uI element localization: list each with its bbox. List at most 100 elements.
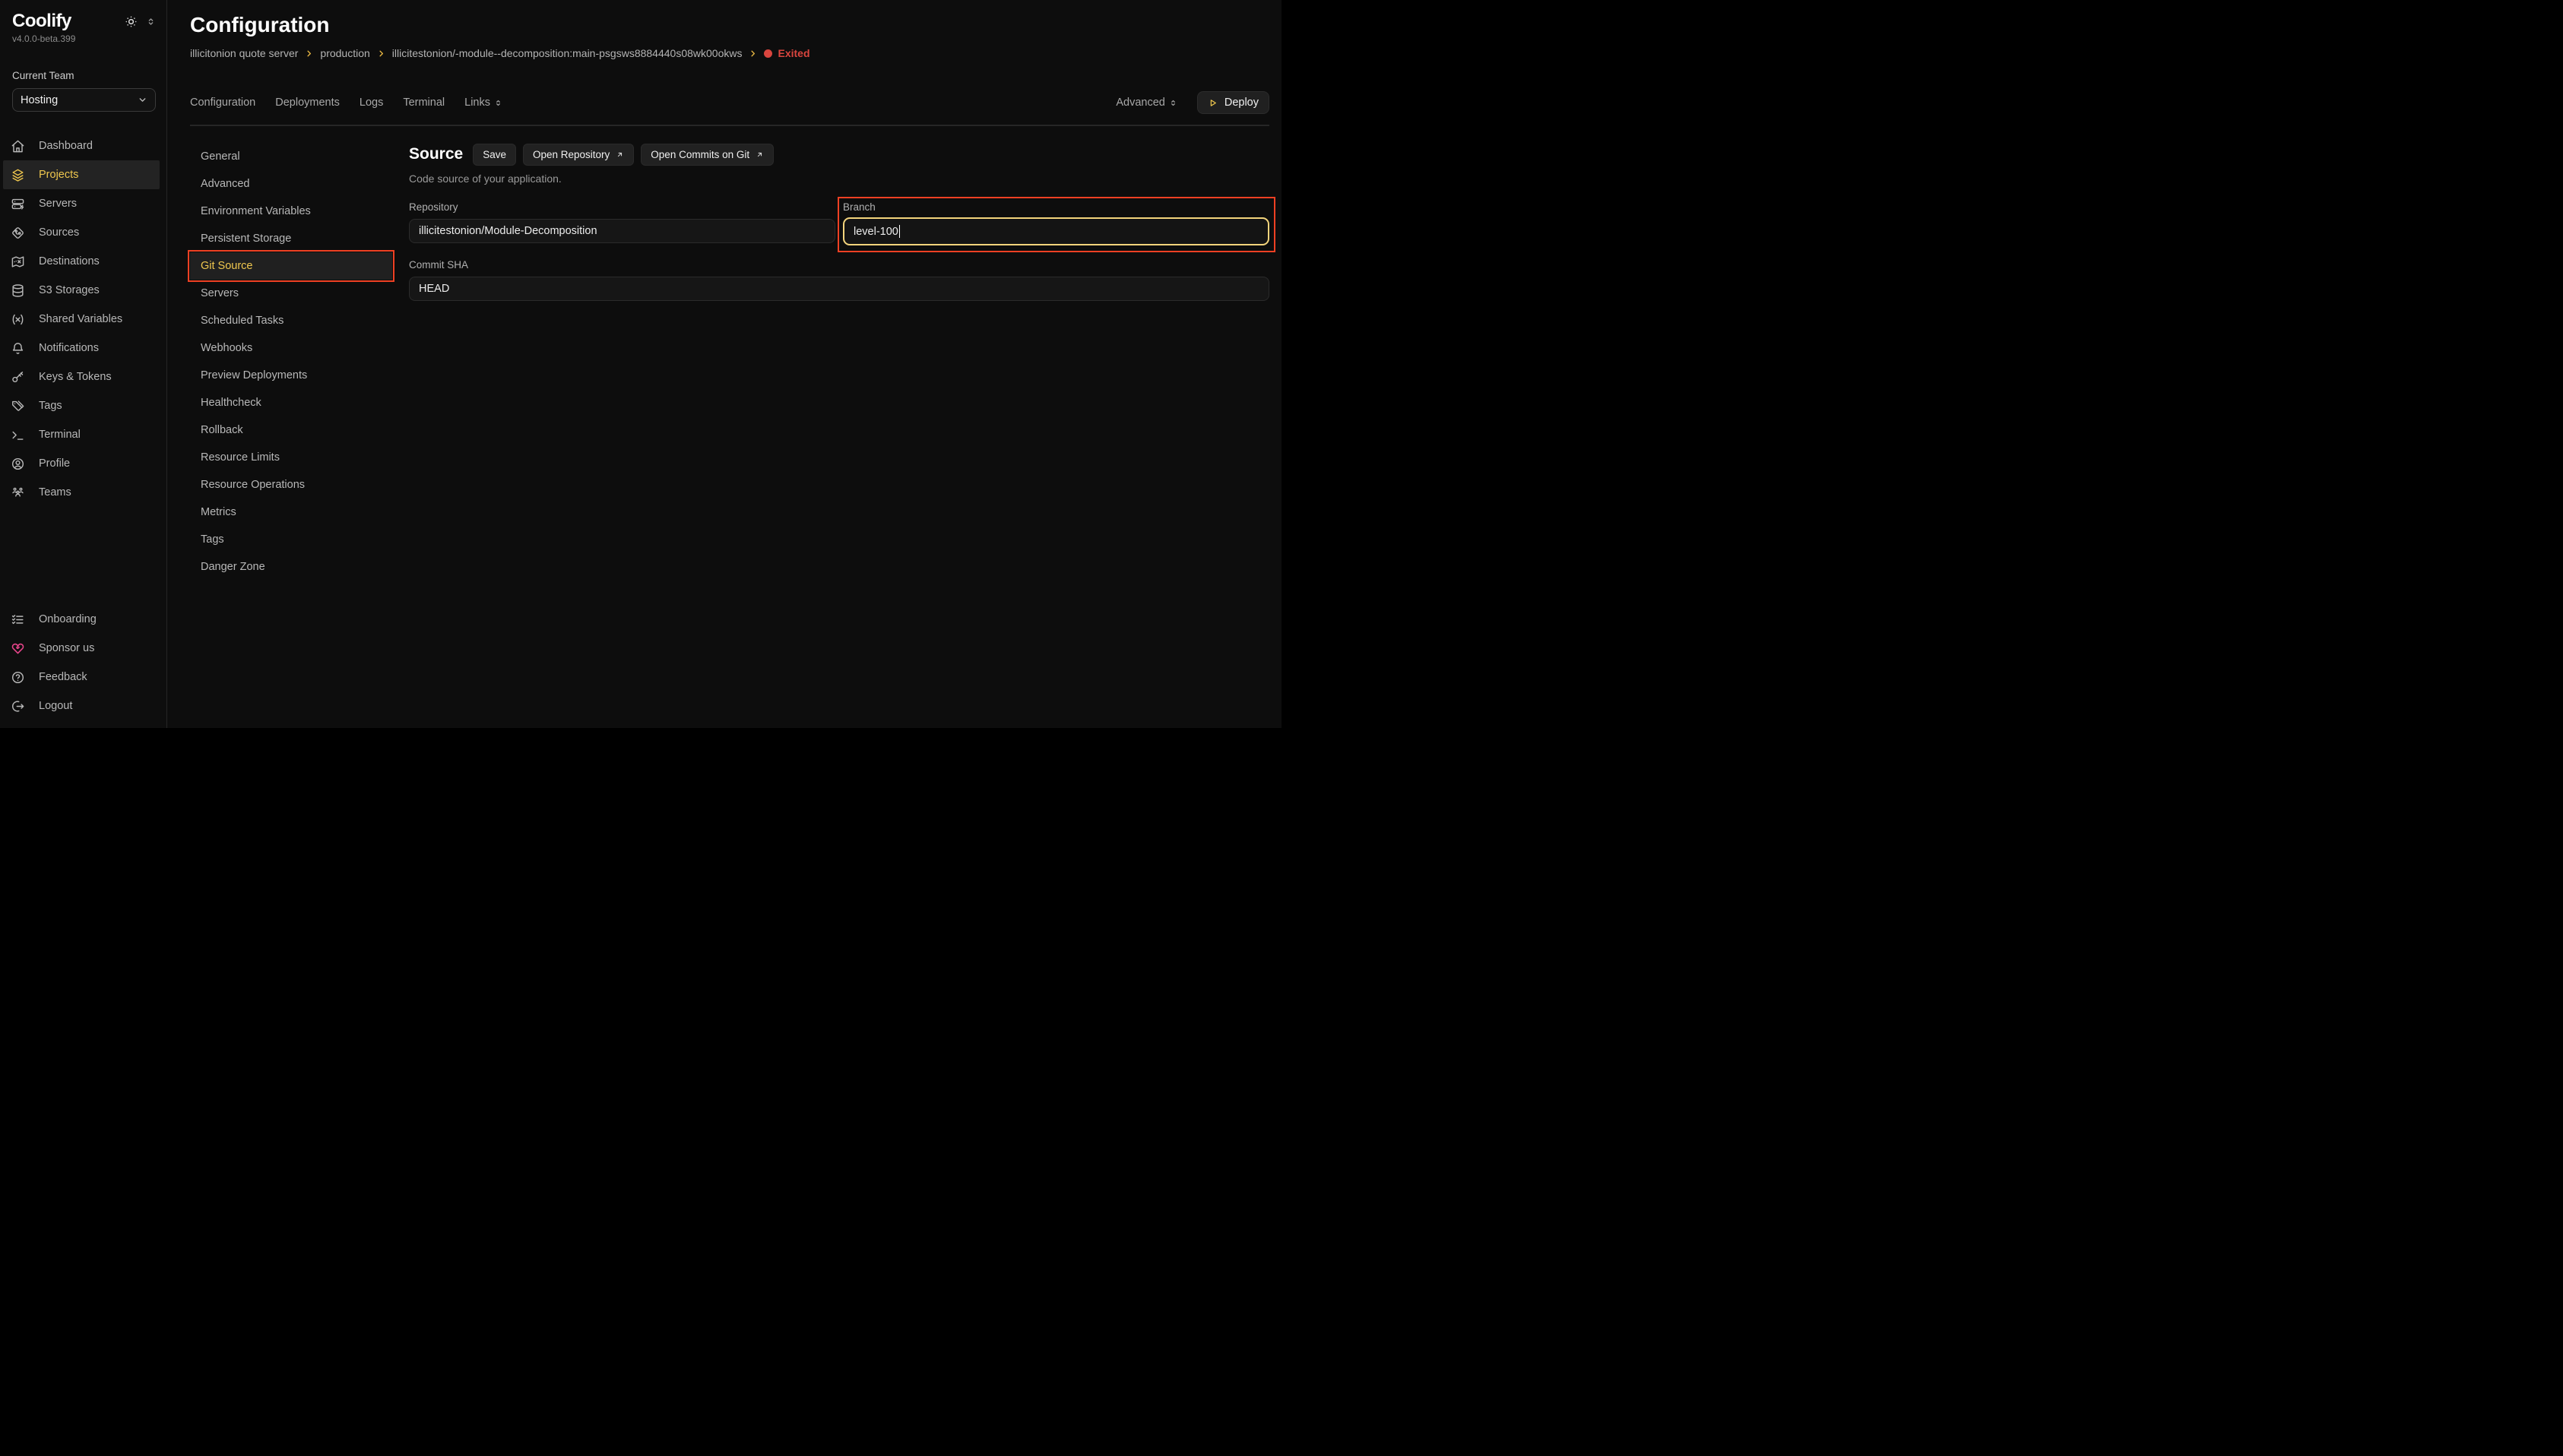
- settings-subnav: General Advanced Environment Variables P…: [190, 143, 392, 728]
- save-button[interactable]: Save: [473, 144, 516, 166]
- status-dot-icon: [764, 49, 772, 58]
- breadcrumb-resource[interactable]: illicitestonion/-module--decomposition:m…: [392, 47, 743, 59]
- page-title: Configuration: [190, 12, 1269, 38]
- sidebar-item-destinations[interactable]: Destinations: [3, 247, 160, 276]
- sidebar-item-onboarding[interactable]: Onboarding: [3, 605, 160, 634]
- sidebar-item-terminal[interactable]: Terminal: [3, 420, 160, 449]
- git-source-icon: [11, 226, 25, 240]
- tags-icon: [11, 399, 25, 413]
- commit-sha-label: Commit SHA: [409, 259, 1269, 271]
- breadcrumb: illicitonion quote server production ill…: [190, 46, 1269, 61]
- server-icon: [11, 197, 25, 211]
- subnav-item-preview-deployments[interactable]: Preview Deployments: [190, 362, 392, 389]
- tab-terminal[interactable]: Terminal: [403, 97, 445, 109]
- app-version: v4.0.0-beta.399: [0, 30, 166, 44]
- section-title: Source: [409, 145, 463, 163]
- logo-row: Coolify: [0, 0, 166, 30]
- sidebar-item-s3-storages[interactable]: S3 Storages: [3, 276, 160, 305]
- sidebar-item-teams[interactable]: Teams: [3, 478, 160, 507]
- tab-deployments[interactable]: Deployments: [275, 97, 340, 109]
- tabs-divider: [190, 125, 1269, 126]
- branch-input[interactable]: level-100: [843, 217, 1269, 245]
- terminal-icon: [11, 428, 25, 442]
- chevron-down-icon: [138, 95, 147, 105]
- sidebar-item-projects[interactable]: Projects: [3, 160, 160, 189]
- deploy-button[interactable]: Deploy: [1197, 91, 1269, 114]
- sidebar-item-sponsor[interactable]: Sponsor us: [3, 634, 160, 663]
- subnav-item-servers[interactable]: Servers: [190, 280, 392, 307]
- sidebar-item-profile[interactable]: Profile: [3, 449, 160, 478]
- chevron-right-icon: [749, 49, 757, 58]
- subnav-item-metrics[interactable]: Metrics: [190, 499, 392, 526]
- sidebar-item-sources[interactable]: Sources: [3, 218, 160, 247]
- tab-configuration[interactable]: Configuration: [190, 97, 255, 109]
- sidebar-item-shared-variables[interactable]: Shared Variables: [3, 305, 160, 334]
- subnav-item-danger-zone[interactable]: Danger Zone: [190, 553, 392, 581]
- subnav-item-general[interactable]: General: [190, 143, 392, 170]
- commit-sha-field: Commit SHA: [409, 259, 1269, 301]
- subnav-item-tags[interactable]: Tags: [190, 526, 392, 553]
- theme-sun-icon[interactable]: [124, 14, 138, 29]
- heart-hands-icon: [11, 641, 25, 656]
- sidebar-item-notifications[interactable]: Notifications: [3, 334, 160, 362]
- sidebar-primary-nav: Dashboard Projects Servers Sources Desti…: [0, 131, 166, 507]
- section-description: Code source of your application.: [409, 173, 1269, 185]
- sidebar-footer-nav: Onboarding Sponsor us Feedback Logout: [0, 605, 166, 728]
- sidebar-item-dashboard[interactable]: Dashboard: [3, 131, 160, 160]
- sidebar: Coolify v4.0.0-beta.399 Current Team Hos…: [0, 0, 167, 728]
- selector-icon: [494, 99, 502, 107]
- subnav-item-healthcheck[interactable]: Healthcheck: [190, 389, 392, 416]
- git-source-panel: Source Save Open Repository Open Commits…: [409, 143, 1269, 728]
- team-select-value: Hosting: [21, 94, 58, 106]
- breadcrumb-project[interactable]: illicitonion quote server: [190, 47, 298, 59]
- subnav-item-webhooks[interactable]: Webhooks: [190, 334, 392, 362]
- advanced-menu[interactable]: Advanced: [1116, 97, 1177, 109]
- users-icon: [11, 486, 25, 500]
- subnav-item-git-source[interactable]: Git Source: [190, 252, 392, 280]
- text-cursor: [899, 225, 901, 238]
- help-circle-icon: [11, 670, 25, 685]
- play-icon: [1208, 98, 1218, 108]
- subnav-item-scheduled-tasks[interactable]: Scheduled Tasks: [190, 307, 392, 334]
- home-icon: [11, 139, 25, 154]
- app-logo: Coolify: [12, 12, 71, 30]
- subnav-item-advanced[interactable]: Advanced: [190, 170, 392, 198]
- team-select[interactable]: Hosting: [12, 88, 156, 112]
- sidebar-item-feedback[interactable]: Feedback: [3, 663, 160, 692]
- status-badge: Exited: [764, 47, 809, 59]
- map-icon: [11, 255, 25, 269]
- repository-field: Repository: [409, 201, 835, 245]
- variable-icon: [11, 312, 25, 327]
- open-repository-button[interactable]: Open Repository: [523, 144, 634, 166]
- theme-selector-icon[interactable]: [146, 17, 156, 27]
- open-commits-button[interactable]: Open Commits on Git: [641, 144, 774, 166]
- sidebar-item-logout[interactable]: Logout: [3, 692, 160, 720]
- external-link-icon: [616, 150, 624, 159]
- subnav-item-persistent-storage[interactable]: Persistent Storage: [190, 225, 392, 252]
- commit-sha-input[interactable]: [409, 277, 1269, 301]
- tab-logs[interactable]: Logs: [360, 97, 383, 109]
- sidebar-item-keys-tokens[interactable]: Keys & Tokens: [3, 362, 160, 391]
- database-icon: [11, 283, 25, 298]
- repository-input[interactable]: [409, 219, 835, 243]
- subnav-item-resource-limits[interactable]: Resource Limits: [190, 444, 392, 471]
- sidebar-item-servers[interactable]: Servers: [3, 189, 160, 218]
- sidebar-item-tags[interactable]: Tags: [3, 391, 160, 420]
- selector-icon: [1169, 99, 1177, 107]
- repository-label: Repository: [409, 201, 835, 213]
- breadcrumb-environment[interactable]: production: [320, 47, 369, 59]
- checklist-icon: [11, 612, 25, 627]
- external-link-icon: [756, 150, 764, 159]
- subnav-item-resource-operations[interactable]: Resource Operations: [190, 471, 392, 499]
- subnav-item-environment-variables[interactable]: Environment Variables: [190, 198, 392, 225]
- branch-label: Branch: [843, 201, 1269, 213]
- tab-links[interactable]: Links: [464, 97, 502, 109]
- bell-icon: [11, 341, 25, 356]
- tabs-row: Configuration Deployments Logs Terminal …: [190, 91, 1269, 114]
- subnav-item-rollback[interactable]: Rollback: [190, 416, 392, 444]
- branch-field: Branch level-100: [843, 201, 1269, 245]
- current-team-label: Current Team: [0, 44, 166, 81]
- logout-icon: [11, 699, 25, 714]
- user-circle-icon: [11, 457, 25, 471]
- layers-icon: [11, 168, 25, 182]
